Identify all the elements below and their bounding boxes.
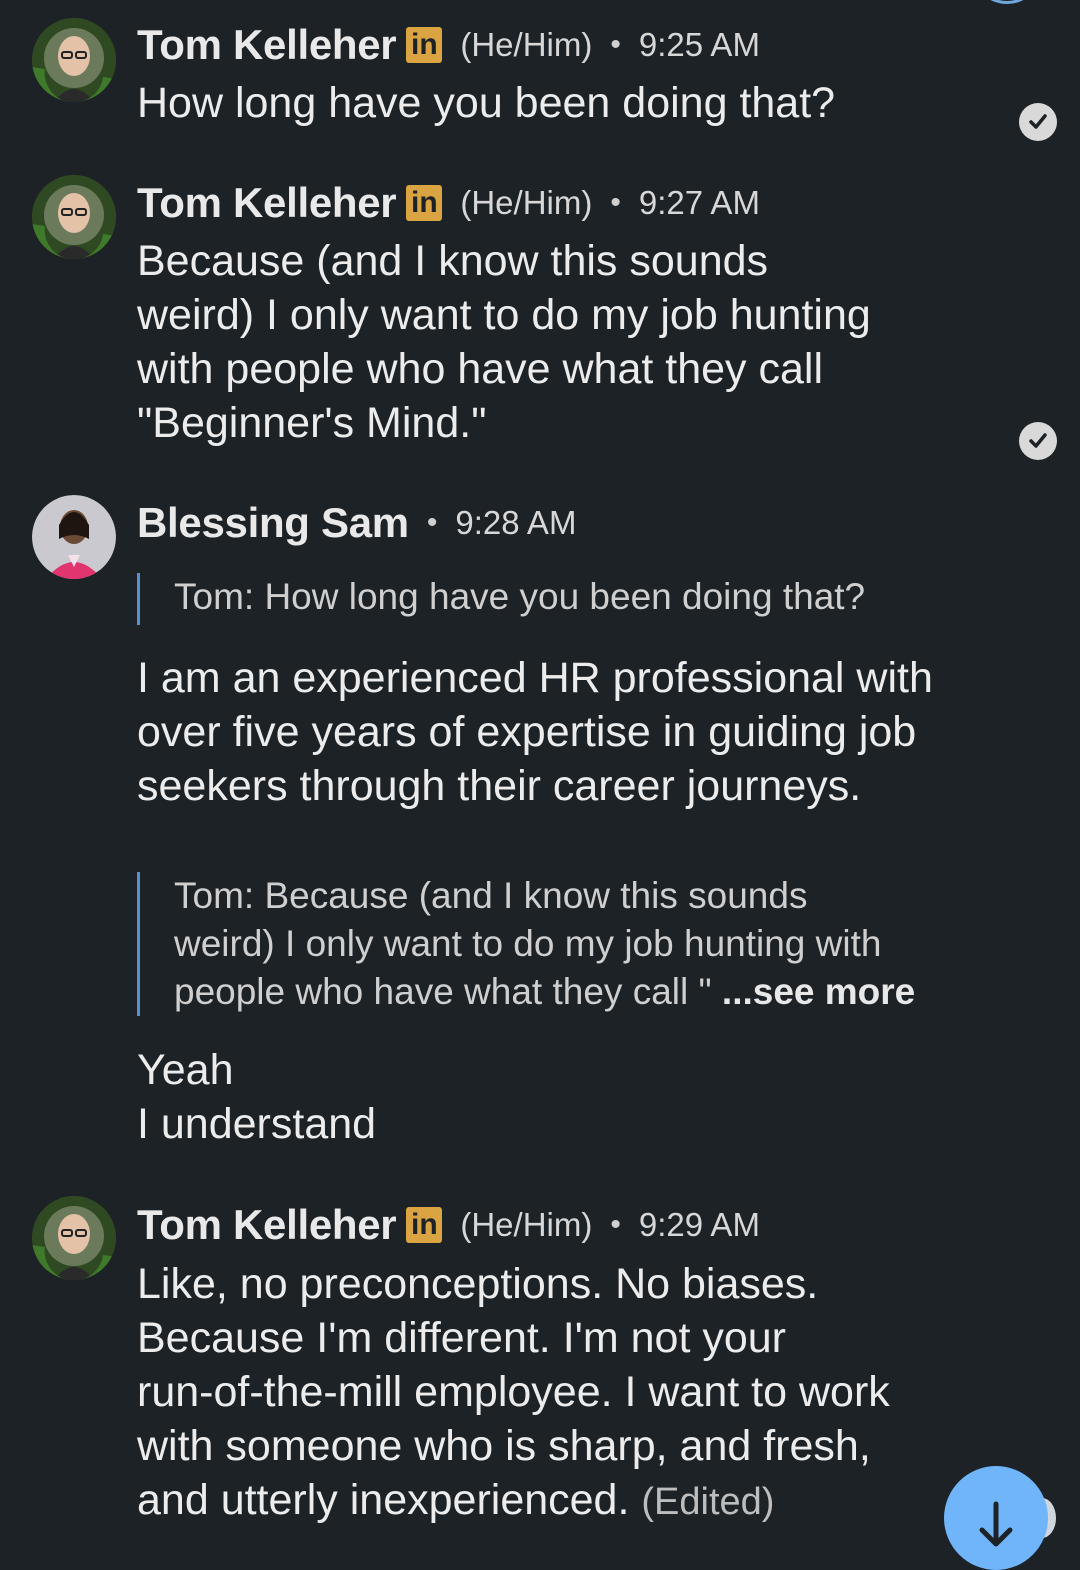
pronouns: (He/Him) <box>460 184 593 221</box>
linkedin-icon: in <box>406 185 443 221</box>
pronouns: (He/Him) <box>460 26 593 63</box>
linkedin-icon: in <box>406 1207 443 1243</box>
avatar-tom[interactable] <box>32 175 116 259</box>
avatar-tom[interactable] <box>32 18 116 102</box>
linkedin-icon: in <box>406 27 443 63</box>
message-header: Tom Kelleher in (He/Him) • 9:29 AM <box>137 1200 760 1250</box>
message-text: Yeah I understand <box>137 1046 377 1148</box>
separator-dot: • <box>426 506 438 539</box>
message-text: How long have you been doing that? <box>137 79 836 127</box>
avatar-tom[interactable] <box>32 1196 116 1280</box>
quoted-text: Tom: How long have you been doing that? <box>174 576 866 617</box>
sender-name[interactable]: Tom Kelleher <box>137 179 397 227</box>
message-text: Because (and I know this sounds weird) I… <box>137 237 871 447</box>
top-bar <box>0 0 1080 22</box>
message-text-body: Like, no preconceptions. No biases. Beca… <box>137 1260 890 1524</box>
sender-name[interactable]: Tom Kelleher <box>137 1201 397 1249</box>
sender-name[interactable]: Blessing Sam <box>137 499 409 547</box>
message-header: Blessing Sam • 9:28 AM <box>137 498 576 548</box>
check-circle-icon <box>1019 422 1057 460</box>
separator-dot: • <box>610 1208 621 1241</box>
timestamp: 9:25 AM <box>638 26 760 63</box>
quoted-message[interactable]: Tom: How long have you been doing that? <box>137 573 997 625</box>
see-more-link[interactable]: ...see more <box>722 971 915 1012</box>
pronouns: (He/Him) <box>460 1206 593 1243</box>
timestamp: 9:29 AM <box>638 1206 760 1243</box>
separator-dot: • <box>610 186 621 219</box>
avatar-blessing[interactable] <box>32 495 116 579</box>
message-text: I am an experienced HR professional with… <box>137 654 933 810</box>
quoted-text: Tom: Because (and I know this sounds wei… <box>174 872 997 1016</box>
message-text: Like, no preconceptions. No biases. Beca… <box>137 1257 997 1529</box>
check-circle-icon <box>1019 103 1057 141</box>
separator-dot: • <box>610 28 621 61</box>
scroll-down-button[interactable] <box>944 1466 1048 1570</box>
edited-label: (Edited) <box>641 1481 775 1523</box>
message-header: Tom Kelleher in (He/Him) • 9:25 AM <box>137 20 760 70</box>
timestamp: 9:27 AM <box>638 184 760 221</box>
timestamp: 9:28 AM <box>455 504 577 541</box>
quoted-message[interactable]: Tom: Because (and I know this sounds wei… <box>137 872 997 1016</box>
arrow-down-icon <box>979 1501 1013 1547</box>
sender-name[interactable]: Tom Kelleher <box>137 21 397 69</box>
message-header: Tom Kelleher in (He/Him) • 9:27 AM <box>137 178 760 228</box>
